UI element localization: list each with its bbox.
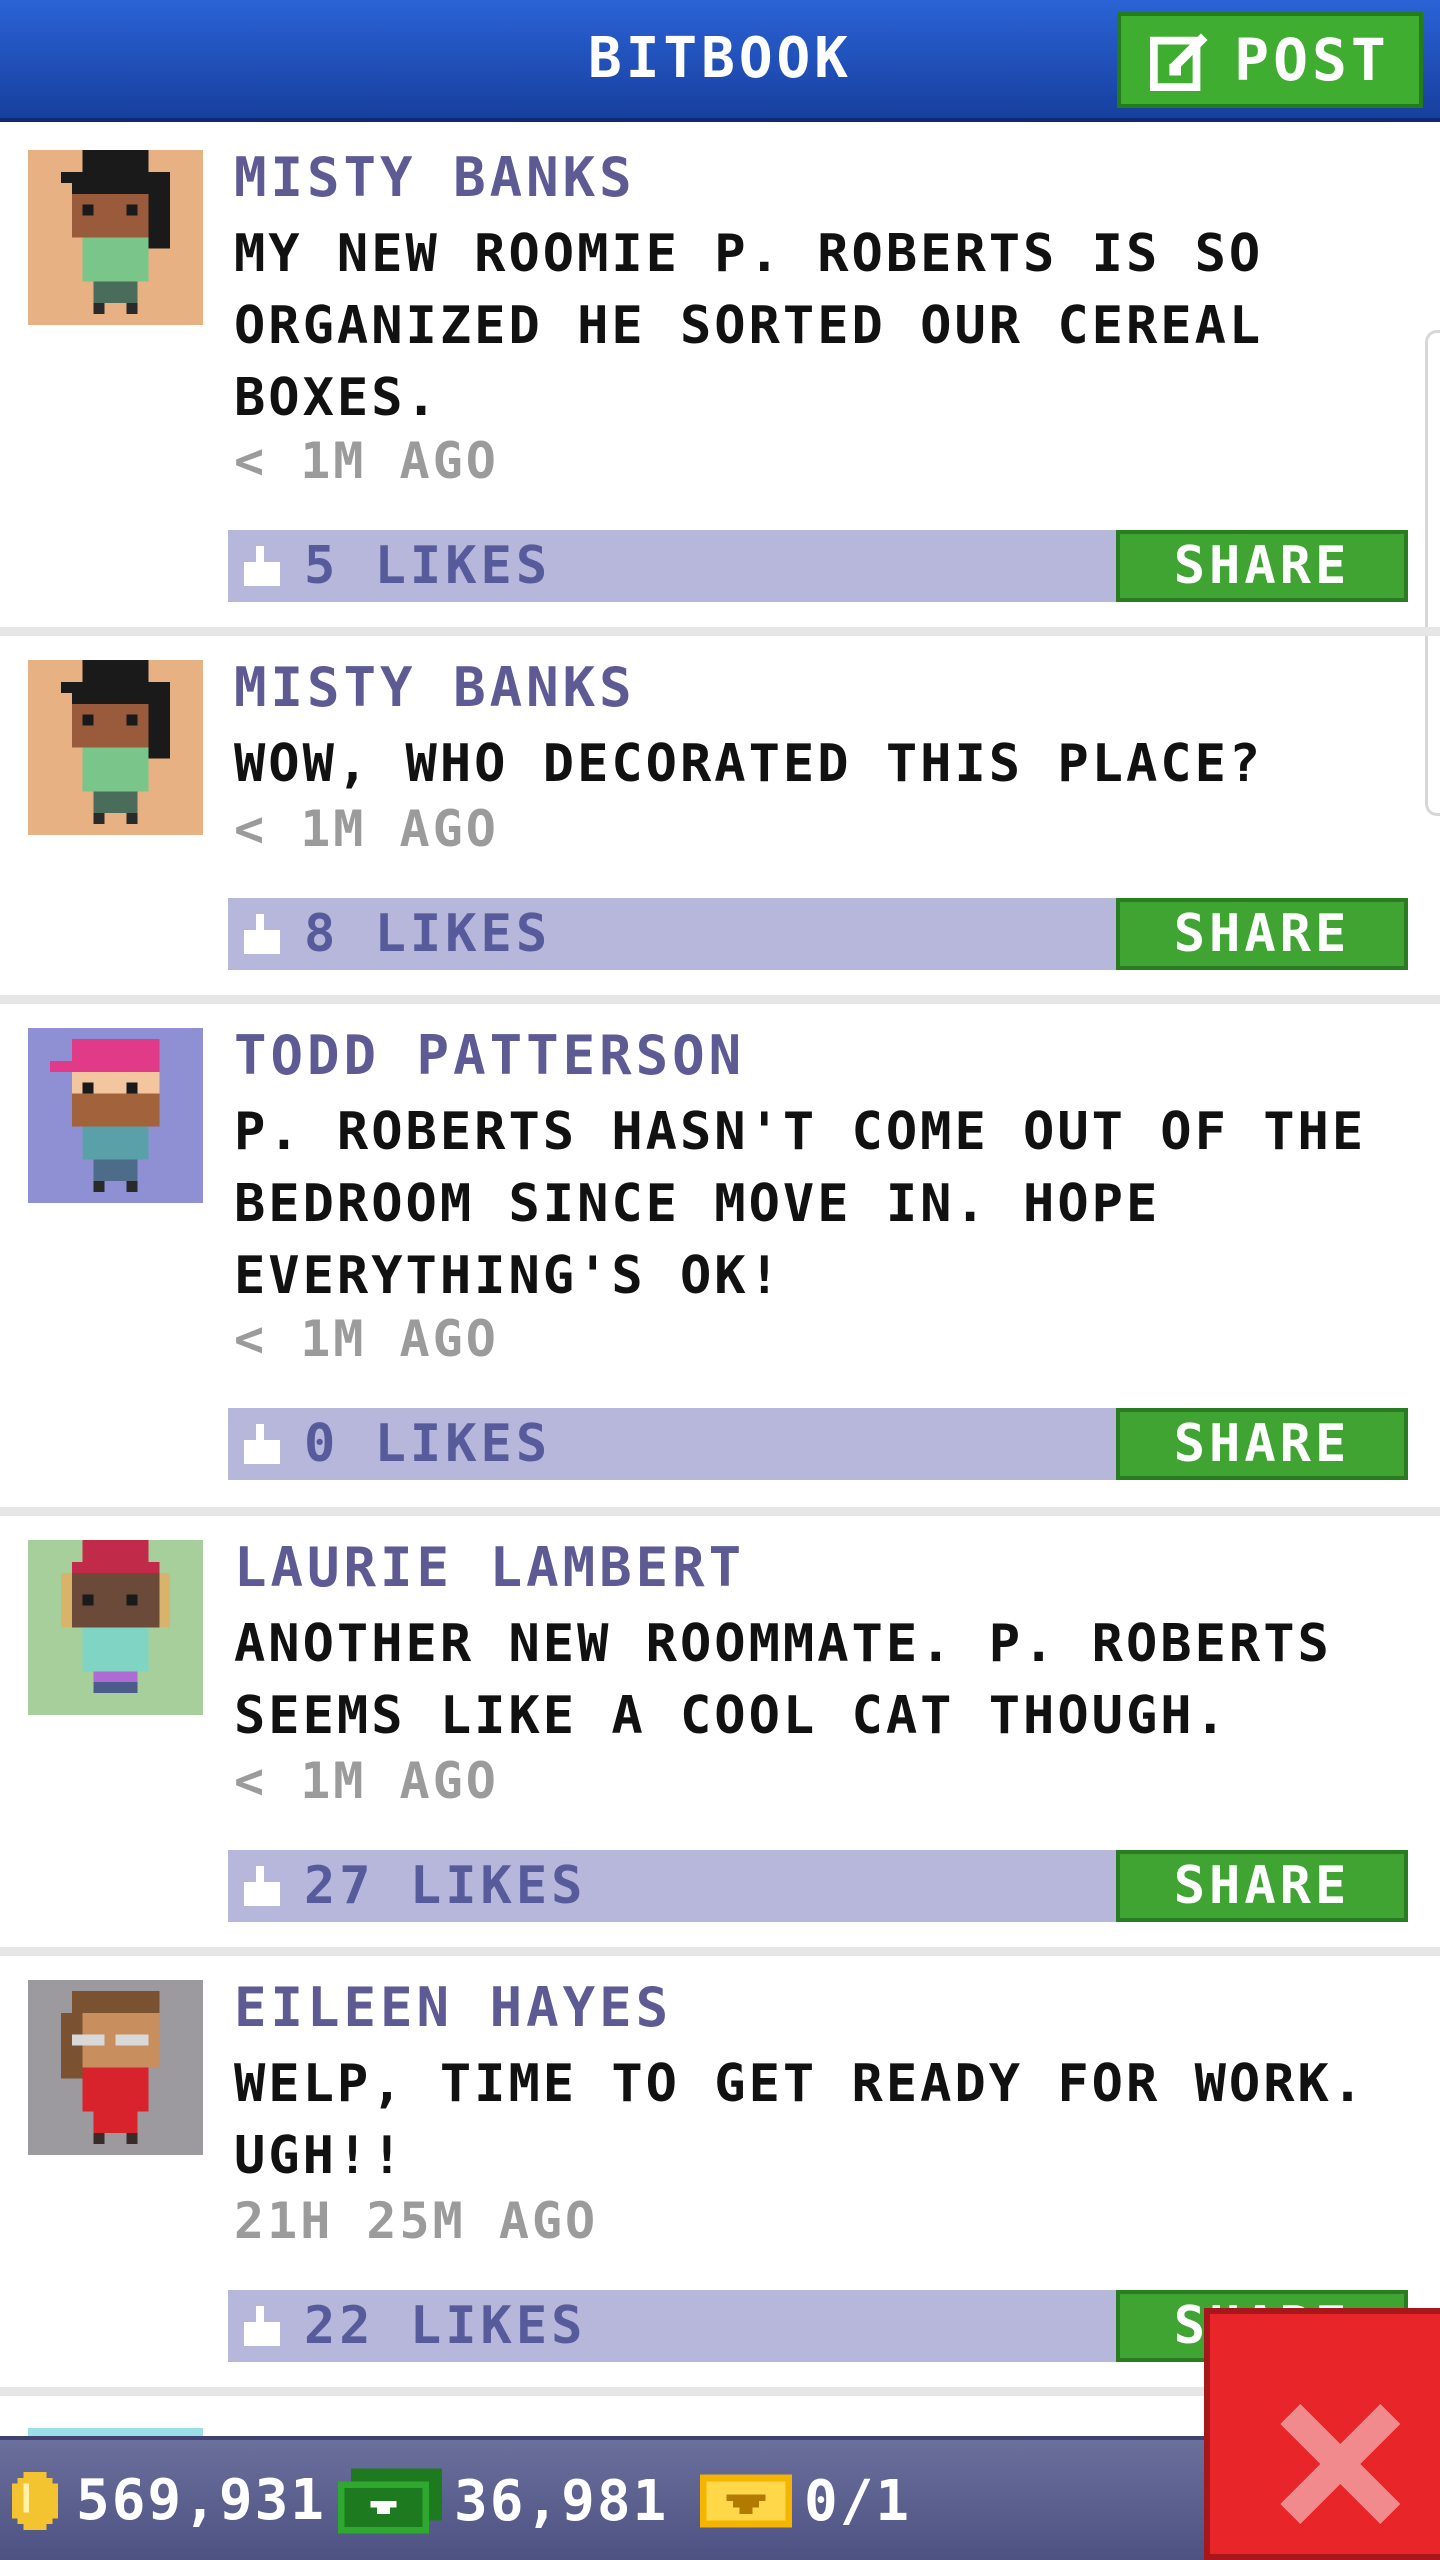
share-button[interactable]: SHARE: [1116, 530, 1408, 602]
post-author[interactable]: MISTY BANKS: [234, 656, 636, 719]
post-time: < 1M AGO: [234, 432, 499, 490]
post-time: < 1M AGO: [234, 1752, 499, 1810]
post-button[interactable]: POST: [1117, 12, 1423, 108]
ticket-icon: [700, 2474, 792, 2528]
share-button[interactable]: SHARE: [1116, 1408, 1408, 1480]
bux-icon: [338, 2468, 442, 2534]
misty-banks-avatar[interactable]: [28, 150, 203, 325]
todd-patterson-avatar[interactable]: [28, 1028, 203, 1203]
like-icon[interactable]: [240, 2306, 284, 2346]
feed-post: MISTY BANKS WOW, WHO DECORATED THIS PLAC…: [0, 636, 1440, 1004]
feed-post: LAURIE LAMBERT ANOTHER NEW ROOMMATE. P. …: [0, 1516, 1440, 1956]
likes-count: 0 LIKES: [304, 1414, 552, 1474]
bux-display: 36,981: [338, 2468, 668, 2534]
post-text: P. ROBERTS HASN'T COME OUT OF THE BEDROO…: [234, 1102, 1367, 1306]
share-button[interactable]: SHARE: [1116, 1850, 1408, 1922]
laurie-lambert-avatar[interactable]: [28, 1540, 203, 1715]
like-icon[interactable]: [240, 546, 284, 586]
coin-icon: [11, 2471, 59, 2530]
post-text: WELP, TIME TO GET READY FOR WORK. UGH!!: [234, 2054, 1367, 2186]
post-time: < 1M AGO: [234, 1310, 499, 1368]
coins-display: 569,931: [6, 2468, 326, 2533]
tickets-display: 0/1: [700, 2468, 911, 2534]
bux-value: 36,981: [454, 2468, 669, 2534]
post-author[interactable]: EILEEN HAYES: [234, 1976, 672, 2039]
close-icon: [1280, 2404, 1400, 2524]
like-bar: 5 LIKES SHARE: [228, 530, 1408, 602]
feed-list: MISTY BANKS MY NEW ROOMIE P. ROBERTS IS …: [0, 126, 1440, 2396]
likes-count: 22 LIKES: [304, 2296, 587, 2356]
likes-count: 8 LIKES: [304, 904, 552, 964]
like-icon[interactable]: [240, 1424, 284, 1464]
likes-count: 5 LIKES: [304, 536, 552, 596]
like-icon[interactable]: [240, 914, 284, 954]
feed-post: TODD PATTERSON P. ROBERTS HASN'T COME OU…: [0, 1004, 1440, 1516]
close-button[interactable]: [1204, 2308, 1440, 2560]
post-time: 21H 25M AGO: [234, 2192, 599, 2250]
like-bar: 0 LIKES SHARE: [228, 1408, 1408, 1480]
post-button-label: POST: [1234, 26, 1390, 94]
post-text: WOW, WHO DECORATED THIS PLACE?: [234, 734, 1264, 794]
likes-count: 27 LIKES: [304, 1856, 587, 1916]
app-header: BITBOOK POST: [0, 0, 1440, 122]
like-bar: 8 LIKES SHARE: [228, 898, 1408, 970]
post-author[interactable]: MISTY BANKS: [234, 146, 636, 209]
post-author[interactable]: LAURIE LAMBERT: [234, 1536, 745, 1599]
feed-post: MISTY BANKS MY NEW ROOMIE P. ROBERTS IS …: [0, 126, 1440, 636]
coins-value: 569,931: [76, 2468, 327, 2533]
like-bar: 27 LIKES SHARE: [228, 1850, 1408, 1922]
post-text: ANOTHER NEW ROOMMATE. P. ROBERTS SEEMS L…: [234, 1614, 1332, 1746]
misty-banks-avatar[interactable]: [28, 660, 203, 835]
post-text: MY NEW ROOMIE P. ROBERTS IS SO ORGANIZED…: [234, 224, 1264, 428]
tickets-value: 0/1: [804, 2468, 912, 2534]
like-icon[interactable]: [240, 1866, 284, 1906]
post-author[interactable]: TODD PATTERSON: [234, 1024, 745, 1087]
edit-icon: [1150, 33, 1208, 91]
post-time: < 1M AGO: [234, 800, 499, 858]
eileen-hayes-avatar[interactable]: [28, 1980, 203, 2155]
share-button[interactable]: SHARE: [1116, 898, 1408, 970]
